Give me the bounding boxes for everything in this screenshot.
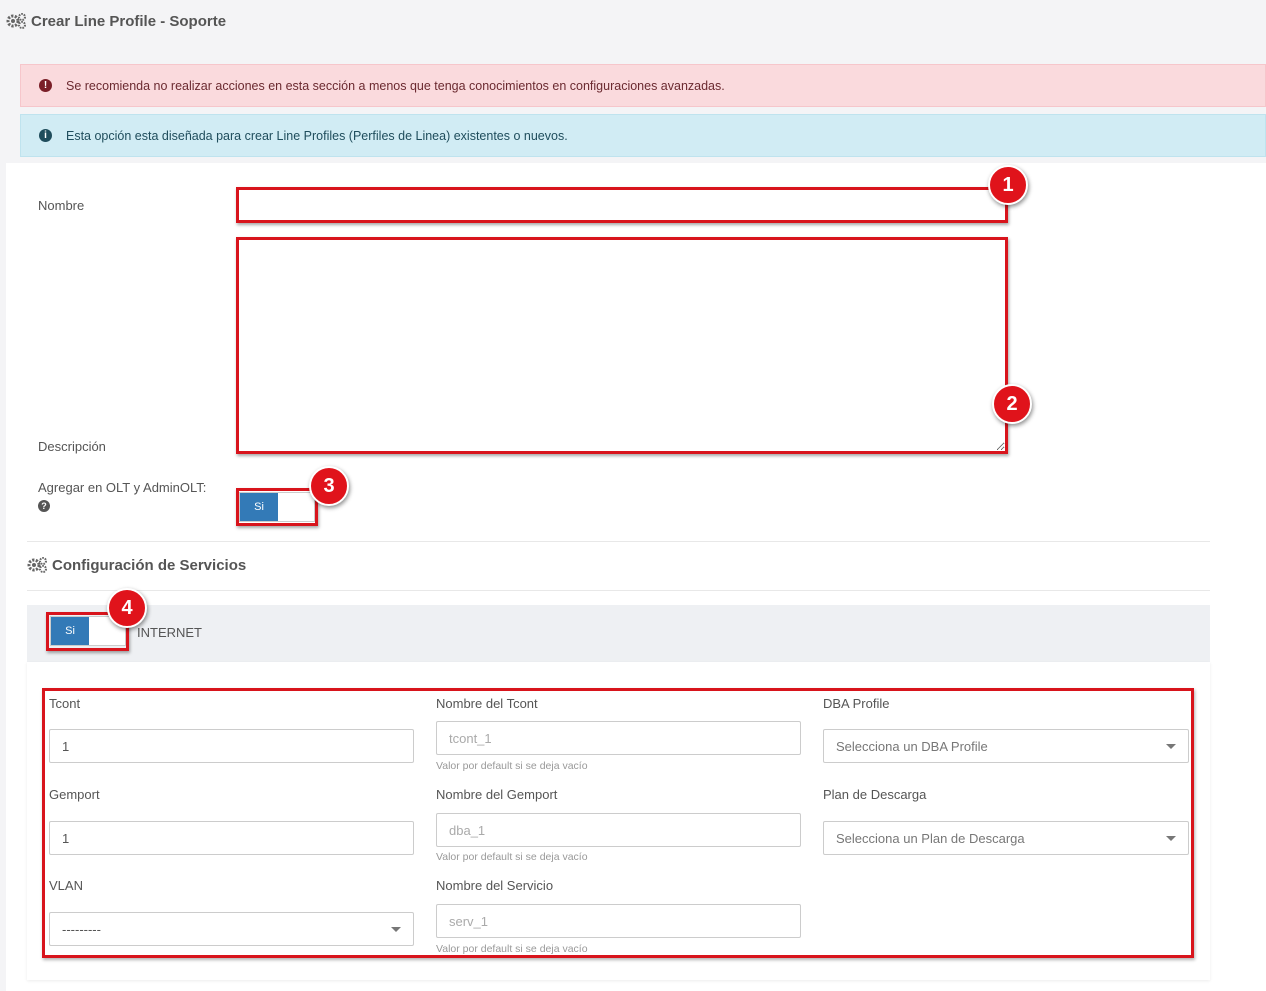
gemport-label: Gemport <box>49 787 100 802</box>
gemport-input[interactable]: 1 <box>49 821 414 855</box>
nombre-tcont-input[interactable]: tcont_1 <box>436 721 801 755</box>
dba-profile-value: Selecciona un DBA Profile <box>836 738 988 754</box>
caret-down-icon <box>1166 744 1176 749</box>
vlan-select-value: --------- <box>62 921 101 937</box>
page-title: Crear Line Profile - Soporte <box>6 12 226 30</box>
plan-descarga-select[interactable]: Selecciona un Plan de Descarga <box>823 821 1189 855</box>
question-circle-icon[interactable]: ? <box>38 500 50 512</box>
agregar-toggle[interactable]: Si <box>239 492 315 522</box>
internet-toggle-on: Si <box>51 617 89 645</box>
dba-profile-select[interactable]: Selecciona un DBA Profile <box>823 729 1189 763</box>
nombre-tcont-label: Nombre del Tcont <box>436 696 538 711</box>
page-title-text: Crear Line Profile - Soporte <box>31 12 227 30</box>
divider <box>27 590 1210 591</box>
annotation-badge-2: 2 <box>992 384 1032 424</box>
internet-label: INTERNET <box>137 625 202 640</box>
nombre-gemport-help: Valor por default si se deja vacío <box>436 851 588 863</box>
annotation-badge-4: 4 <box>107 588 147 628</box>
info-alert-text: Esta opción esta diseñada para crear Lin… <box>66 128 568 143</box>
nombre-servicio-label: Nombre del Servicio <box>436 878 554 893</box>
nombre-gemport-input[interactable]: dba_1 <box>436 813 801 847</box>
nombre-label: Nombre <box>38 198 85 213</box>
nombre-servicio-input[interactable]: serv_1 <box>436 904 801 938</box>
gears-icon <box>27 557 47 573</box>
agregar-toggle-on: Si <box>240 493 278 521</box>
tcont-label: Tcont <box>49 696 81 711</box>
caret-down-icon <box>1166 836 1176 841</box>
nombre-servicio-help: Valor por default si se deja vacío <box>436 943 588 955</box>
services-title: Configuración de Servicios <box>27 556 246 574</box>
info-alert: i Esta opción esta diseñada para crear L… <box>20 114 1266 157</box>
nombre-input[interactable] <box>236 187 1008 223</box>
exclamation-circle-icon: ! <box>39 79 52 92</box>
gears-icon <box>6 13 26 29</box>
danger-alert: ! Se recomienda no realizar acciones en … <box>20 64 1266 107</box>
annotation-badge-1: 1 <box>988 165 1028 205</box>
nombre-gemport-label: Nombre del Gemport <box>436 787 558 802</box>
plan-descarga-value: Selecciona un Plan de Descarga <box>836 830 1025 846</box>
services-title-text: Configuración de Servicios <box>52 556 247 574</box>
tcont-input[interactable]: 1 <box>49 729 414 763</box>
descripcion-label: Descripción <box>38 439 106 454</box>
internet-service-header <box>27 605 1210 662</box>
dba-profile-label: DBA Profile <box>823 696 890 711</box>
annotation-badge-3: 3 <box>309 466 349 506</box>
nombre-tcont-help: Valor por default si se deja vacío <box>436 760 588 772</box>
divider <box>27 541 1210 542</box>
vlan-select[interactable]: --------- <box>49 912 414 946</box>
caret-down-icon <box>391 927 401 932</box>
descripcion-textarea[interactable] <box>236 237 1008 454</box>
info-circle-icon: i <box>39 129 52 142</box>
agregar-label: Agregar en OLT y AdminOLT: <box>38 480 207 495</box>
danger-alert-text: Se recomienda no realizar acciones en es… <box>66 78 725 93</box>
plan-descarga-label: Plan de Descarga <box>823 787 927 802</box>
vlan-label: VLAN <box>49 878 83 893</box>
